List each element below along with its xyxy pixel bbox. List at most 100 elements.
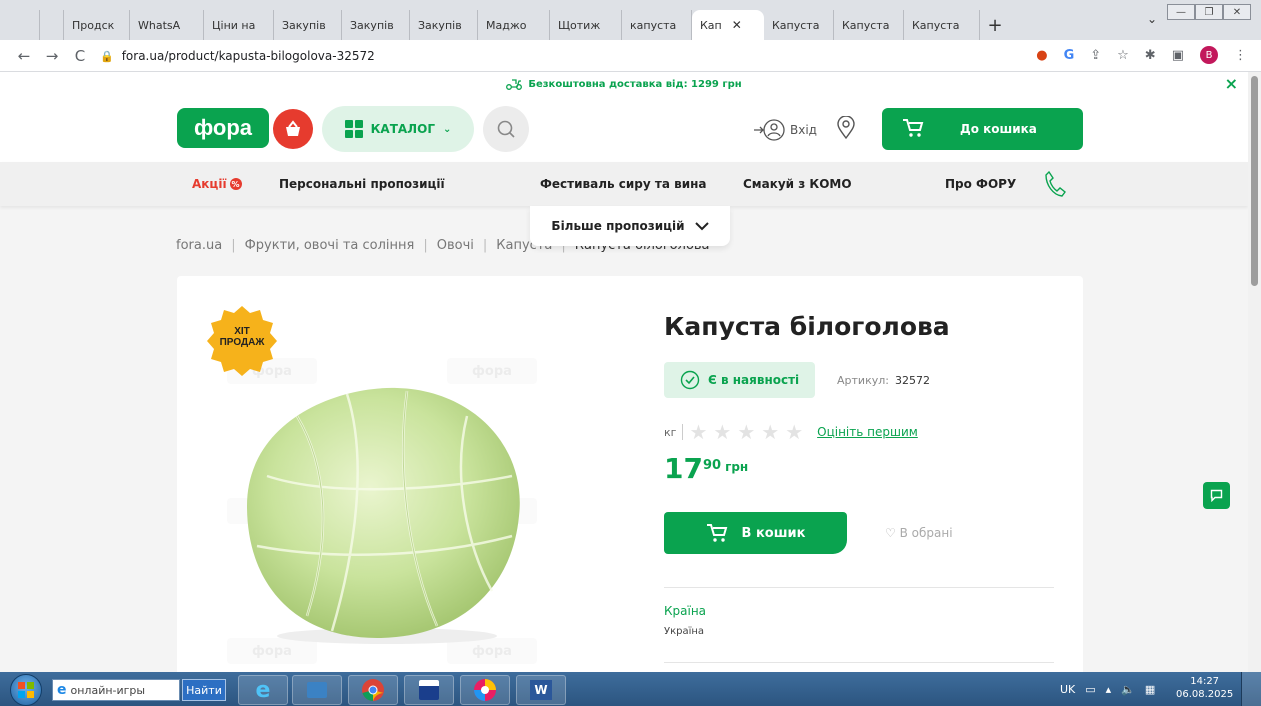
taskbar-clock[interactable]: 14:27 06.08.2025 xyxy=(1176,675,1233,701)
browser-tab[interactable]: MЦіни на xyxy=(204,10,722,264)
network-icon[interactable]: ▦ xyxy=(1145,683,1155,696)
star-icon[interactable]: ★ xyxy=(689,422,707,442)
side-panel-icon[interactable]: ▣ xyxy=(1172,48,1184,63)
chevron-down-icon: ⌄ xyxy=(443,123,452,135)
browser-tab[interactable]: ♔Маджо xyxy=(478,10,722,264)
language-indicator[interactable]: UK xyxy=(1060,683,1075,696)
browser-tab[interactable]: ●Закупів xyxy=(274,10,722,264)
close-window-icon[interactable]: ✕ xyxy=(1223,4,1251,20)
browser-tab[interactable]: ●Закупів xyxy=(410,10,722,264)
tab-title: капуста xyxy=(630,18,677,32)
sku-label: Артикул: xyxy=(837,374,889,387)
rating-row: кг ★ ★ ★ ★ ★ Оцініть першим xyxy=(664,422,918,442)
catalog-label: КАТАЛОГ xyxy=(370,122,435,136)
cart-label: До кошика xyxy=(960,122,1037,136)
browser-tab[interactable]: ~Капуста xyxy=(708,10,980,264)
lock-icon[interactable]: 🔒 xyxy=(100,50,114,63)
basket-logo-icon[interactable] xyxy=(273,109,313,149)
google-translate-icon[interactable]: G xyxy=(1064,48,1075,63)
browser-tab[interactable]: AЩотиж xyxy=(550,10,722,264)
browser-tab[interactable]: ●Закупів xyxy=(342,10,722,264)
extensions-puzzle-icon[interactable]: ✱ xyxy=(1145,48,1156,63)
tab-search-chevron-icon[interactable]: ⌄ xyxy=(1147,12,1157,26)
search-button[interactable] xyxy=(483,106,529,152)
browser-tab[interactable]: M xyxy=(40,10,722,264)
location-pin-icon[interactable] xyxy=(836,115,856,143)
menu-item-festival[interactable]: Фестиваль сиру та вина xyxy=(540,177,707,191)
internet-explorer-icon[interactable]: e xyxy=(238,675,288,705)
fora-logo[interactable]: фора xyxy=(177,108,269,148)
menu-item-sale[interactable]: Акції % xyxy=(192,177,242,191)
word-icon[interactable]: W xyxy=(516,675,566,705)
browser-tab-strip: )M+Продск✆WhatsAMЦіни на●Закупів●Закупів… xyxy=(0,0,1261,264)
browser-tab[interactable]: +Продск xyxy=(64,10,722,264)
check-circle-icon xyxy=(680,370,700,390)
browser-menu-icon[interactable]: ⋮ xyxy=(1234,48,1247,63)
star-icon[interactable]: ★ xyxy=(761,422,779,442)
browser-tab[interactable]: ) xyxy=(18,10,722,264)
taskbar-find-button[interactable]: Найти xyxy=(182,679,226,701)
cart-icon xyxy=(903,119,924,137)
more-offers-dropdown[interactable]: Більше пропозицій xyxy=(530,206,730,246)
tray-arrow-icon[interactable]: ▴ xyxy=(1106,683,1112,696)
chevron-down-icon xyxy=(694,221,709,230)
show-desktop-button[interactable] xyxy=(1241,672,1261,706)
price: 17 90 грн xyxy=(664,454,748,484)
phone-icon[interactable] xyxy=(1044,170,1066,201)
add-to-favorites-button[interactable]: ♡ В обрані xyxy=(885,526,953,540)
minimize-icon[interactable]: — xyxy=(1167,4,1195,20)
share-icon[interactable]: ⇪ xyxy=(1090,48,1101,63)
taskbar-search-input[interactable]: e онлайн-игры xyxy=(52,679,180,701)
menu-item-about[interactable]: Про ФОРУ xyxy=(945,177,1016,191)
save-disk-icon[interactable] xyxy=(404,675,454,705)
star-icon[interactable]: ★ xyxy=(737,422,755,442)
add-to-cart-button[interactable]: В кошик xyxy=(664,512,847,554)
taskbar-search-text: онлайн-игры xyxy=(70,683,146,697)
menu-item-personal[interactable]: Персональні пропозиції xyxy=(279,177,445,191)
back-arrow-icon[interactable]: ← xyxy=(10,47,38,65)
scrollbar-thumb[interactable] xyxy=(1251,76,1258,286)
rate-first-link[interactable]: Оцініть першим xyxy=(817,425,918,439)
volume-icon[interactable]: 🔈 xyxy=(1121,683,1135,696)
new-tab-button[interactable]: + xyxy=(980,10,1010,40)
add-to-cart-label: В кошик xyxy=(741,525,806,541)
file-manager-icon[interactable] xyxy=(292,675,342,705)
forward-arrow-icon[interactable]: → xyxy=(38,47,66,65)
start-button[interactable] xyxy=(10,674,42,706)
color-app-icon[interactable] xyxy=(460,675,510,705)
tab-title: WhatsA xyxy=(138,18,181,32)
browser-tab[interactable]: Gкапуста xyxy=(622,10,722,264)
catalog-button[interactable]: КАТАЛОГ ⌄ xyxy=(322,106,474,152)
bookmark-star-icon[interactable]: ☆ xyxy=(1117,48,1129,63)
breadcrumb-category[interactable]: Фрукти, овочі та соління xyxy=(245,238,415,253)
star-icon[interactable]: ★ xyxy=(713,422,731,442)
go-to-cart-button[interactable]: До кошика xyxy=(882,108,1083,150)
breadcrumb-separator: | xyxy=(482,238,488,253)
tab-title: Щотиж xyxy=(558,18,601,32)
login-button[interactable]: Вхід xyxy=(752,118,817,142)
reload-icon[interactable]: C xyxy=(66,47,94,65)
delivery-scooter-icon xyxy=(506,79,523,90)
keyboard-icon[interactable]: ▭ xyxy=(1085,683,1095,696)
breadcrumb-home[interactable]: fora.ua xyxy=(176,238,222,253)
chrome-icon[interactable] xyxy=(348,675,398,705)
menu-item-komo[interactable]: Смакуй з КОМО xyxy=(743,177,852,191)
browser-tab[interactable]: ●Капуста xyxy=(708,10,834,264)
breadcrumb-subcategory[interactable]: Овочі xyxy=(437,238,474,253)
restore-icon[interactable]: ❐ xyxy=(1195,4,1223,20)
windows-taskbar: e онлайн-игры Найти e W UK ▭ ▴ 🔈 ▦ 14:27… xyxy=(0,672,1261,706)
close-icon[interactable]: × xyxy=(1225,74,1238,93)
promo-banner: Безкоштовна доставка від: 1299 грн × xyxy=(0,72,1248,96)
address-bar[interactable]: 🔒 fora.ua/product/kapusta-bilogolova-325… xyxy=(100,44,1000,68)
browser-tab[interactable]: ✆WhatsA xyxy=(130,10,722,264)
tab-title: Закупів xyxy=(282,18,326,32)
tab-active[interactable]: фКап✕ xyxy=(692,10,764,264)
menu-item-sale-label: Акції xyxy=(192,177,227,191)
chat-button[interactable] xyxy=(1203,482,1230,509)
profile-avatar[interactable]: B xyxy=(1200,46,1218,64)
star-icon[interactable]: ★ xyxy=(785,422,803,442)
extension-icon[interactable]: ● xyxy=(1036,48,1047,63)
browser-tab[interactable]: ♣Капуста xyxy=(708,10,904,264)
page-scrollbar[interactable] xyxy=(1248,72,1261,672)
close-tab-icon[interactable]: ✕ xyxy=(732,18,742,32)
